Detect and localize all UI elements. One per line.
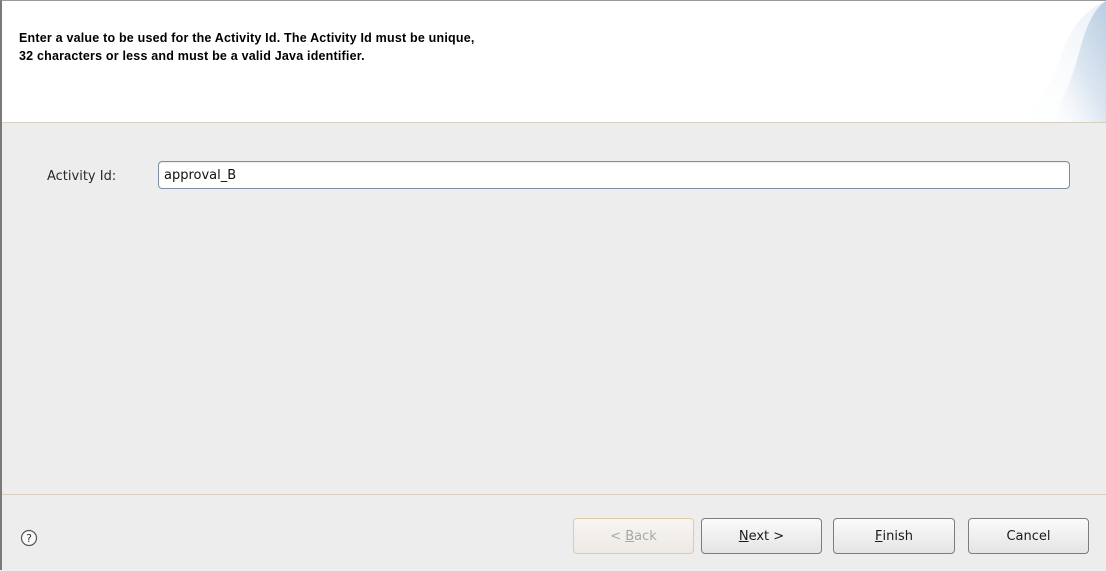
finish-button-mnemonic: F (875, 528, 883, 544)
activity-id-input[interactable] (158, 161, 1070, 189)
back-button-prefix: < (610, 528, 626, 544)
svg-text:?: ? (26, 532, 32, 545)
activity-id-label: Activity Id: (47, 169, 117, 184)
next-button[interactable]: Next > (701, 518, 822, 554)
back-button[interactable]: < Back (573, 518, 694, 554)
back-button-rest: ack (634, 528, 657, 544)
button-bar-separator (2, 494, 1106, 495)
next-button-mnemonic: N (738, 528, 749, 544)
help-button[interactable]: ? (20, 529, 38, 547)
finish-button[interactable]: Finish (833, 518, 955, 554)
activity-id-row: Activity Id: (0, 161, 1106, 191)
next-button-rest: ext > (748, 528, 785, 544)
cancel-button[interactable]: Cancel (968, 518, 1089, 554)
help-icon: ? (20, 529, 38, 547)
header-message: Enter a value to be used for the Activit… (19, 29, 919, 65)
cancel-button-label: Cancel (1006, 528, 1051, 544)
header-message-line1: Enter a value to be used for the Activit… (19, 31, 475, 45)
wizard-header: Enter a value to be used for the Activit… (2, 1, 1106, 123)
header-message-line2: 32 characters or less and must be a vali… (19, 49, 365, 63)
finish-button-rest: inish (882, 528, 913, 544)
wizard-banner-graphic (1006, 1, 1106, 122)
back-button-mnemonic: B (625, 528, 635, 544)
